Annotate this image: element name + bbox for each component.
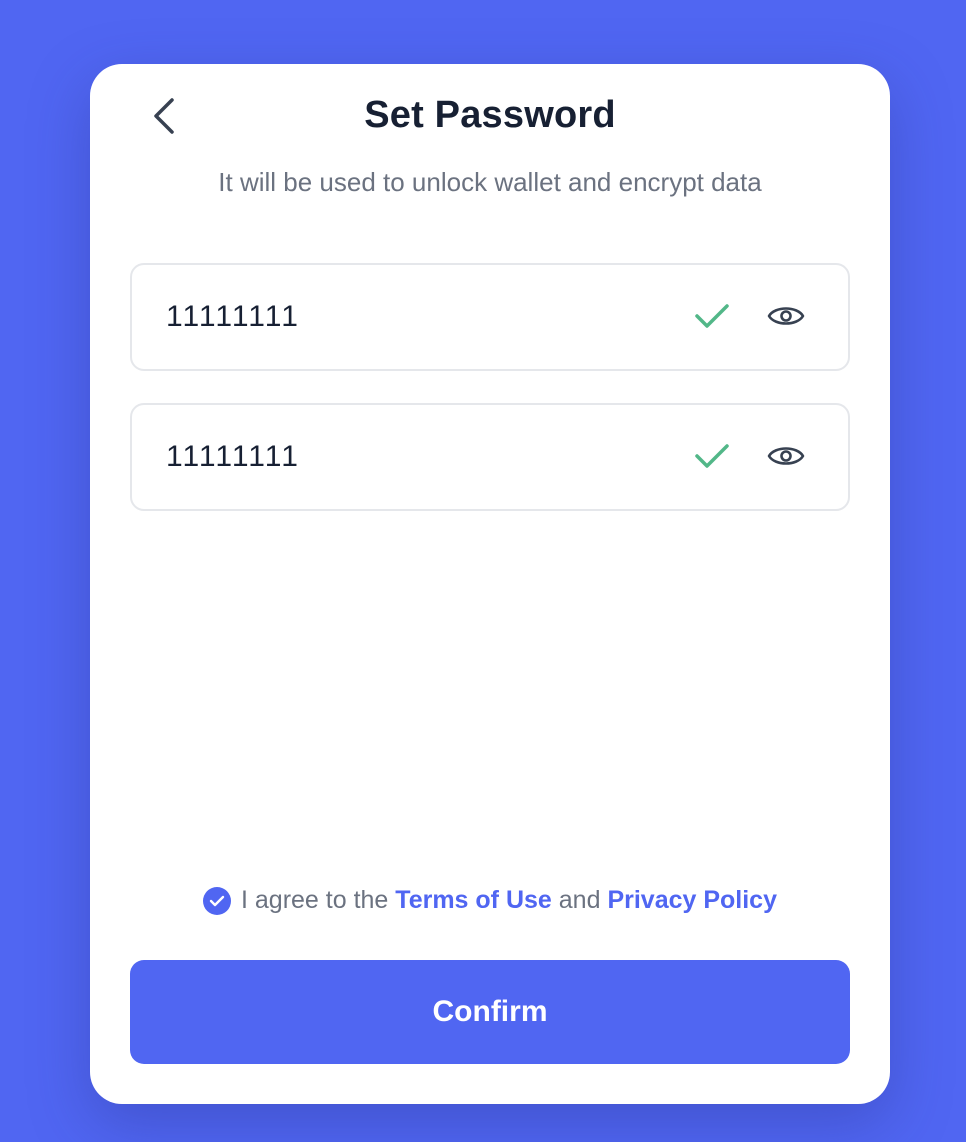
- check-icon: [695, 444, 729, 468]
- agreement-prefix: I agree to the: [241, 886, 389, 914]
- check-icon: [695, 304, 729, 328]
- page-title: Set Password: [364, 94, 616, 136]
- toggle-visibility-button[interactable]: [766, 437, 806, 475]
- eye-icon: [767, 307, 805, 325]
- checkmark-icon: [209, 895, 225, 906]
- confirm-password-input[interactable]: [166, 440, 646, 474]
- agree-checkbox[interactable]: [203, 886, 231, 915]
- page-subtitle: It will be used to unlock wallet and enc…: [218, 167, 762, 197]
- confirm-password-field: [130, 403, 850, 511]
- password-field: [130, 263, 850, 371]
- password-input[interactable]: [166, 300, 646, 334]
- terms-of-use-link[interactable]: Terms of Use: [395, 886, 552, 915]
- agreement-row: I agree to the Terms of Use and Privacy …: [90, 886, 890, 915]
- confirm-button[interactable]: Confirm: [130, 960, 850, 1064]
- privacy-policy-link[interactable]: Privacy Policy: [607, 886, 777, 915]
- agreement-conjunction: and: [558, 886, 601, 914]
- toggle-visibility-button[interactable]: [766, 297, 806, 335]
- eye-icon: [767, 447, 805, 465]
- set-password-card: Set Password It will be used to unlock w…: [90, 64, 890, 1104]
